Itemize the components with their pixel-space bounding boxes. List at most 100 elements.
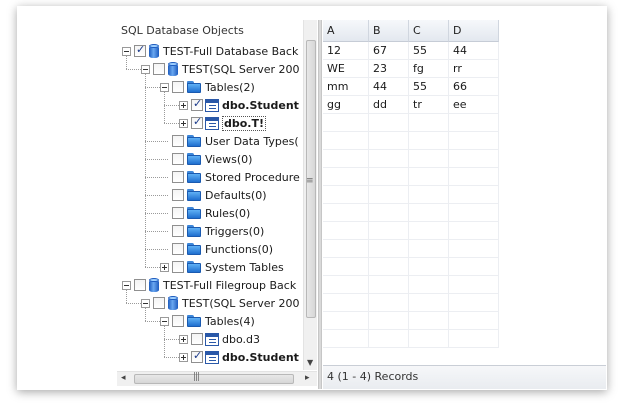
node-checkbox[interactable] [172,243,184,255]
pane-splitter[interactable] [318,20,322,389]
empty-grid-cell [449,240,499,258]
tree-node[interactable]: Tables(2) [160,78,255,96]
empty-grid-cell [323,330,369,348]
tree-node-label: Views(0) [205,152,253,166]
collapse-minus-icon[interactable] [141,298,150,308]
tree-horizontal-scroll-thumb[interactable]: ||| [134,372,294,384]
node-checkbox[interactable] [172,261,184,273]
tree-node[interactable]: Tables(4) [160,312,255,330]
grid-cell[interactable]: 44 [449,42,499,60]
empty-grid-cell [449,204,499,222]
tree-connector [145,321,160,322]
expand-plus-icon[interactable] [179,100,188,110]
expand-plus-icon[interactable] [179,118,188,128]
column-header[interactable]: D [449,20,499,42]
folder-icon [186,206,202,220]
empty-grid-cell [323,132,369,150]
tree-node[interactable]: Defaults(0) [160,186,267,204]
node-checkbox[interactable] [134,43,146,57]
tree-node[interactable]: Triggers(0) [160,222,264,240]
tree-node[interactable]: dbo.Student [179,96,299,114]
column-header[interactable]: C [409,20,449,42]
empty-grid-cell [449,330,499,348]
empty-grid-cell [449,258,499,276]
grid-cell[interactable]: 55 [409,42,449,60]
scroll-left-arrow-icon[interactable]: ◂ [121,373,126,383]
records-pane: A B C D 12 67 55 44 WE 23 fg rr mm 44 55 66 gg dd tr ee 4 (… [323,20,606,389]
empty-grid-cell [323,114,369,132]
node-checkbox[interactable] [153,63,165,75]
node-checkbox[interactable] [172,315,184,327]
collapse-minus-icon[interactable] [160,316,169,326]
tree-node[interactable]: TEST(SQL Server 200 [141,294,300,312]
column-header[interactable]: A [323,20,369,42]
tree-horizontal-scrollbar[interactable]: ◂ ||| ▸ [117,371,317,386]
table-icon [205,350,219,364]
collapse-minus-icon[interactable] [141,64,150,74]
tree-node-label: dbo.T! [222,115,267,131]
grid-cell[interactable]: 23 [369,60,409,78]
node-checkbox[interactable] [153,297,165,309]
tree-node[interactable]: dbo.d3 [179,330,260,348]
tree-node[interactable]: System Tables [160,258,284,276]
expand-plus-icon[interactable] [160,262,169,272]
tree-node[interactable]: Views(0) [160,150,252,168]
node-checkbox[interactable] [172,81,184,93]
tree-vertical-scrollbar[interactable]: ≡ ▼ [303,20,317,370]
tree-connector [145,195,168,196]
node-checkbox[interactable] [172,189,184,201]
tree-node[interactable]: TEST(SQL Server 200 [141,60,300,78]
empty-grid-cell [409,312,449,330]
folder-icon [186,224,202,238]
grid-cell[interactable]: ee [449,96,499,114]
grid-cell[interactable]: WE [323,60,369,78]
grid-cell[interactable]: dd [369,96,409,114]
db-icon [167,61,179,77]
expand-plus-icon[interactable] [179,352,188,362]
node-checkbox[interactable] [191,115,203,129]
empty-grid-cell [369,294,409,312]
grid-cell[interactable]: mm [323,78,369,96]
expand-plus-icon[interactable] [179,334,188,344]
collapse-minus-icon[interactable] [122,46,131,56]
node-checkbox[interactable] [172,225,184,237]
tree-node[interactable]: Rules(0) [160,204,250,222]
grid-cell[interactable]: 12 [323,42,369,60]
grid-cell[interactable]: 55 [409,78,449,96]
empty-grid-cell [369,114,409,132]
grid-cell[interactable]: gg [323,96,369,114]
node-checkbox[interactable] [172,135,184,147]
grid-cell[interactable]: 44 [369,78,409,96]
empty-grid-cell [409,258,449,276]
scroll-down-arrow-icon[interactable]: ▼ [307,358,313,367]
tree-node[interactable]: Stored Procedure [160,168,300,186]
tree-connector [145,308,146,321]
node-checkbox[interactable] [191,97,203,111]
tree-node[interactable]: dbo.Student [179,348,299,366]
node-checkbox[interactable] [191,349,203,363]
collapse-minus-icon[interactable] [160,82,169,92]
empty-grid-cell [323,150,369,168]
tree-node[interactable]: TEST-Full Database Back [122,42,298,60]
scroll-right-arrow-icon[interactable]: ▸ [305,373,310,383]
tree-node-label: Tables(4) [205,314,255,328]
grid-cell[interactable]: rr [449,60,499,78]
node-checkbox[interactable] [172,153,184,165]
tree-connector [126,303,141,304]
tree-node[interactable]: TEST-Full Filegroup Back [122,276,296,294]
tree-node[interactable]: dbo.T! [179,114,267,132]
grid-cell[interactable]: 66 [449,78,499,96]
tree-node[interactable]: Functions(0) [160,240,273,258]
collapse-minus-icon[interactable] [122,280,131,290]
grid-cell[interactable]: fg [409,60,449,78]
grid-cell[interactable]: tr [409,96,449,114]
node-checkbox[interactable] [191,333,203,345]
empty-grid-cell [449,132,499,150]
column-header[interactable]: B [369,20,409,42]
node-checkbox[interactable] [172,207,184,219]
tree-connector [145,177,168,178]
grid-cell[interactable]: 67 [369,42,409,60]
tree-node[interactable]: User Data Types( [160,132,299,150]
node-checkbox[interactable] [172,171,184,183]
node-checkbox[interactable] [134,279,146,291]
